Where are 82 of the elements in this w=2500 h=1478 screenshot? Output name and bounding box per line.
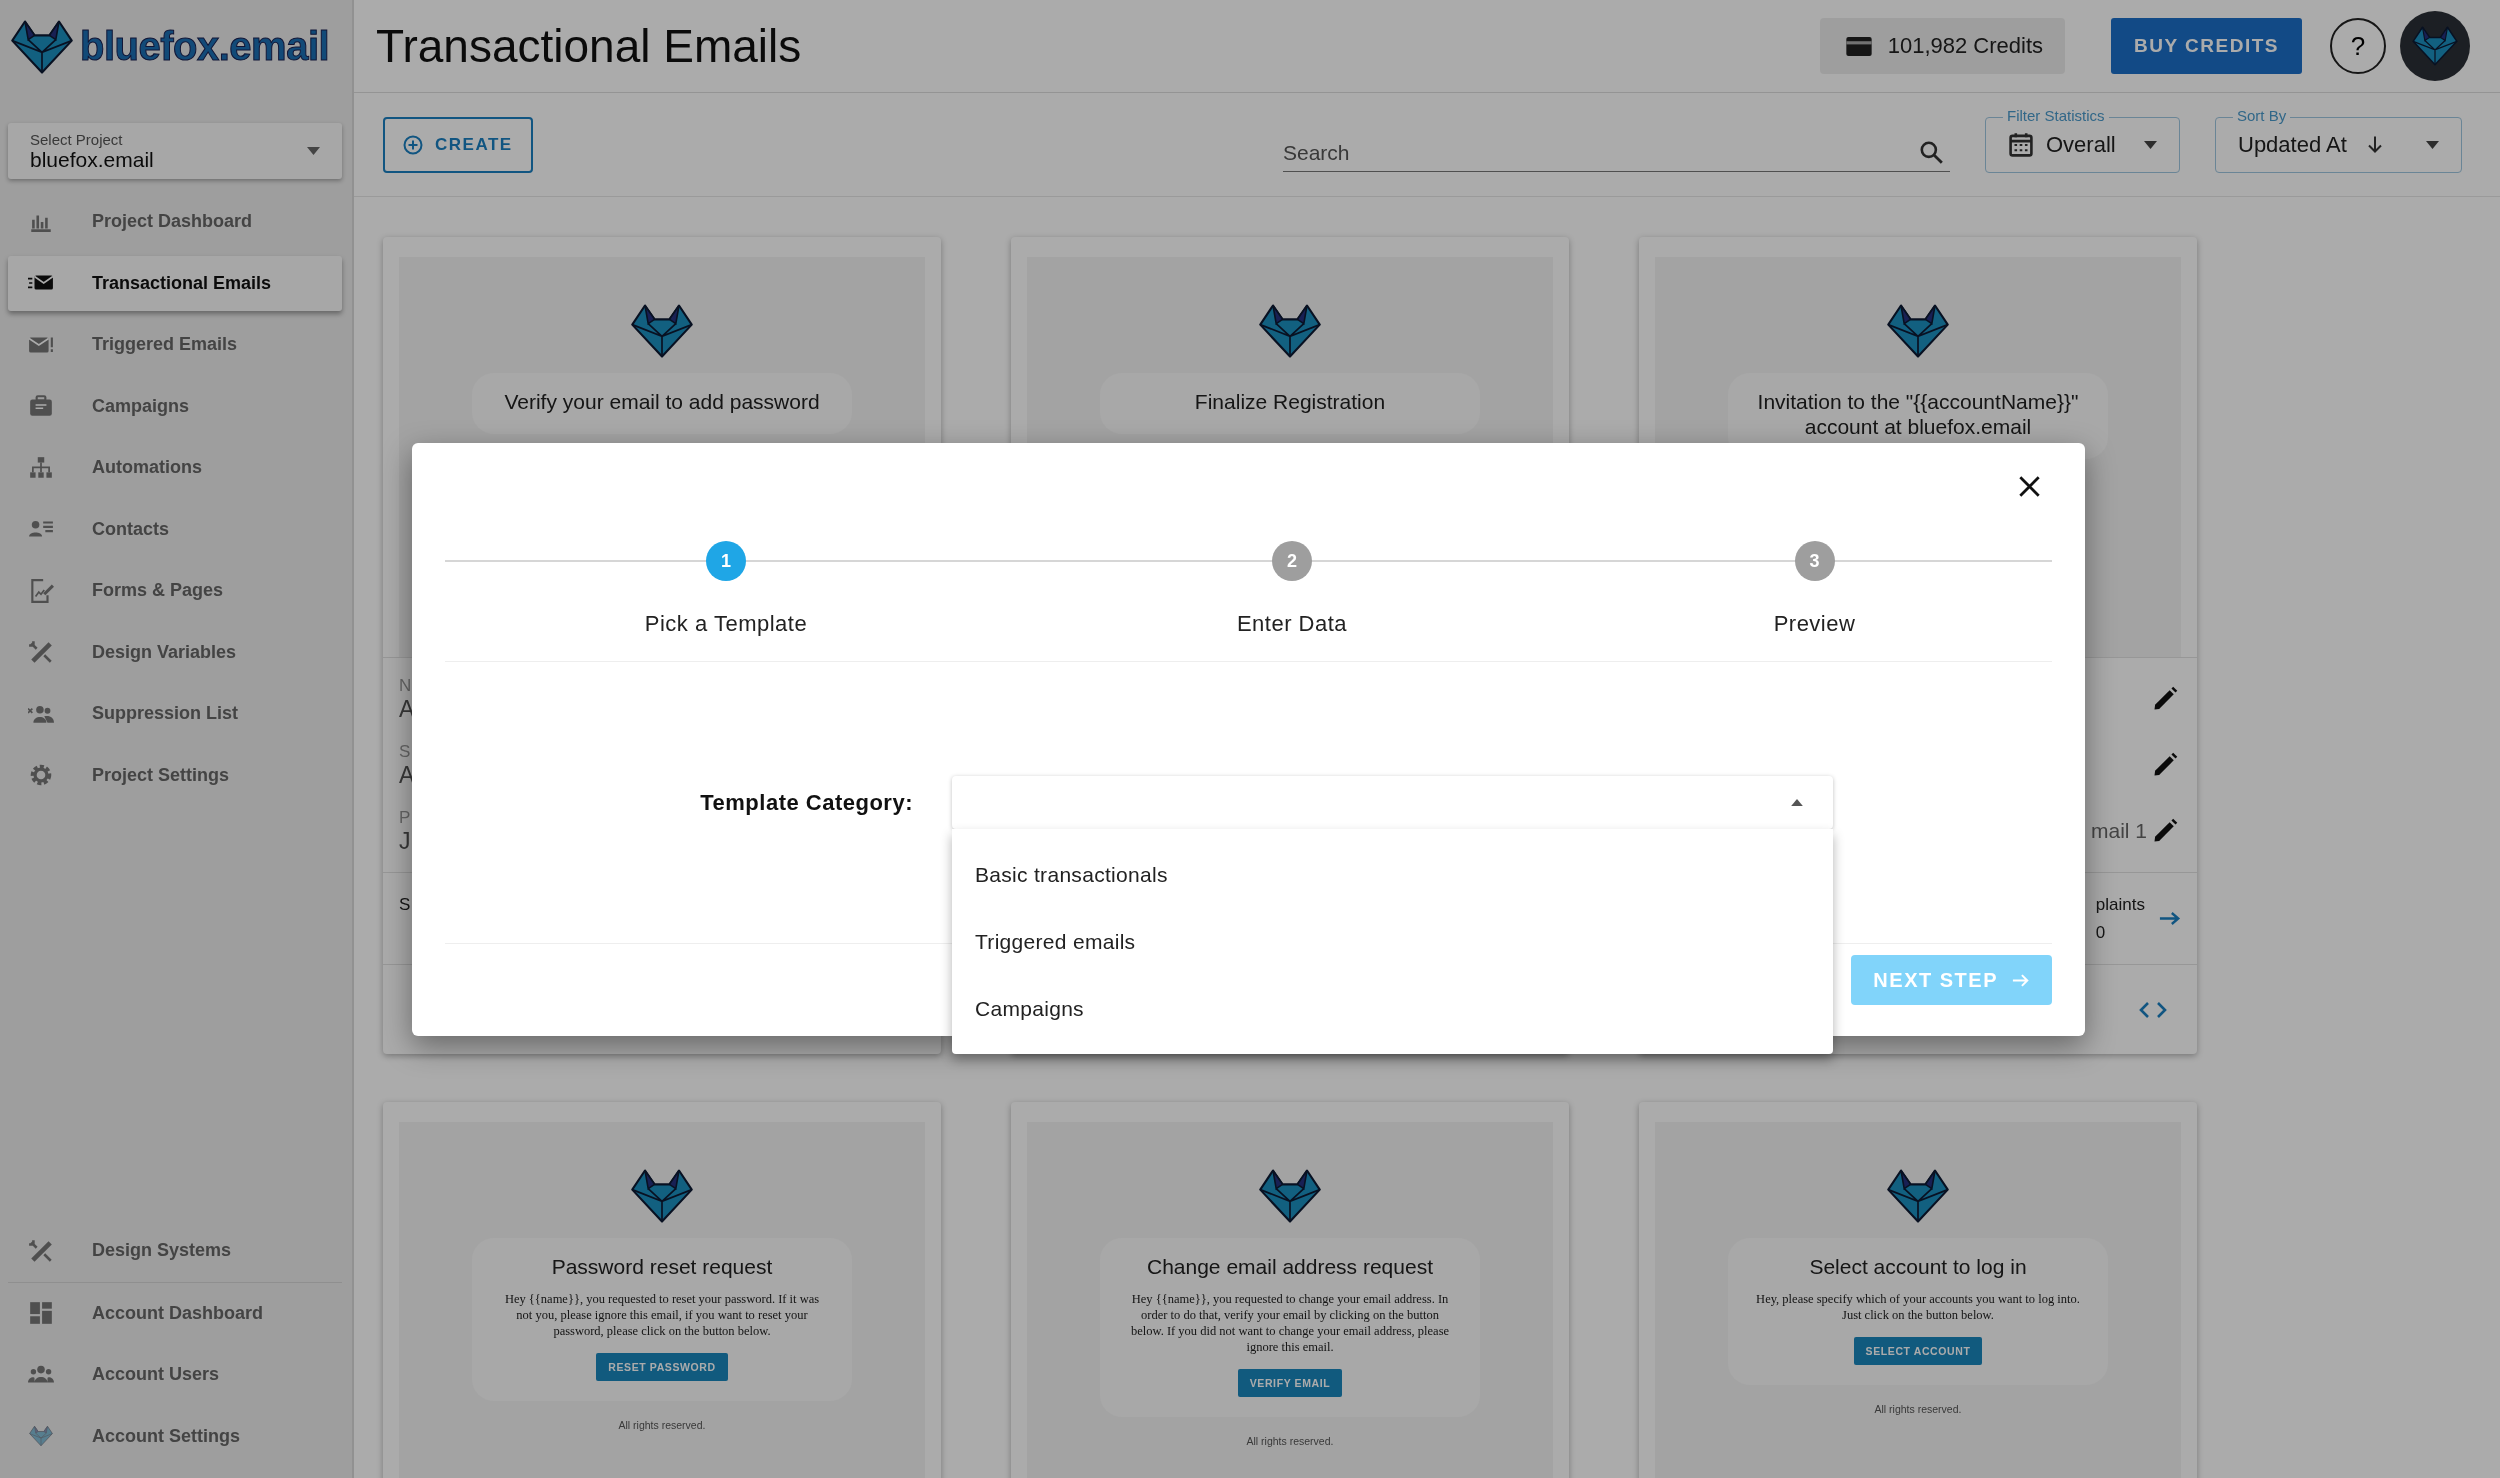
stat-label: plaints: [2095, 895, 2145, 915]
fox-icon: [1256, 1168, 1324, 1224]
document-pen-icon: [28, 577, 54, 604]
field-value: mail 1: [2090, 819, 2147, 843]
step-label[interactable]: Preview: [1773, 611, 1856, 637]
stat-label: S: [399, 895, 411, 914]
step-label[interactable]: Pick a Template: [644, 611, 808, 637]
email-title: Verify your email to add password: [504, 389, 820, 414]
tools-icon: [28, 1237, 54, 1264]
email-text: Hey {{name}}, you requested to change your email address. In order to do that, verify your email by clicking on the button below. If you did not want to change your email address, please ignore this email.: [1129, 1291, 1451, 1355]
arrow-right-icon: [2012, 972, 2030, 988]
sidebar-item[interactable]: Transactional Emails: [8, 255, 342, 311]
sidebar-item[interactable]: Account Users: [8, 1344, 342, 1406]
calendar-icon: [2008, 131, 2034, 158]
tools-icon: [28, 639, 54, 666]
dashboard-icon: [28, 1300, 54, 1327]
fox-icon: [1884, 1168, 1952, 1224]
logo-text: bluefox.email: [80, 24, 330, 69]
credits-chip: 101,982 Credits: [1819, 18, 2066, 74]
fox-icon: [628, 1168, 696, 1224]
caret-icon: [2426, 140, 2439, 149]
pencil-icon[interactable]: [2151, 751, 2179, 779]
sidebar-item[interactable]: Design Variables: [8, 621, 342, 683]
step-number: 1: [706, 541, 746, 581]
field-label: N: [399, 675, 412, 696]
sidebar-item[interactable]: Contacts: [8, 498, 342, 560]
fox-icon: [1256, 303, 1324, 359]
arrow-right-icon[interactable]: [2159, 911, 2181, 926]
pencil-icon[interactable]: [2151, 685, 2179, 713]
email-text: Hey, please specify which of your accounts you want to log into. Just click on the button below.: [1755, 1291, 2081, 1323]
step-number: 2: [1272, 541, 1312, 581]
field-label: Select Project: [30, 130, 124, 148]
field-value: bluefox.email: [30, 147, 155, 172]
fox-icon: [628, 303, 696, 359]
step-label[interactable]: Enter Data: [1236, 611, 1348, 637]
plus-circle-icon: [403, 134, 423, 155]
caret-icon: [307, 147, 320, 155]
sidebar-item[interactable]: Triggered Emails: [8, 314, 342, 376]
sidebar-item[interactable]: Suppression List: [8, 683, 342, 745]
close-icon[interactable]: [2018, 475, 2041, 498]
email-title: Change email address request: [1147, 1254, 1433, 1279]
search-field[interactable]: Search: [1283, 127, 1950, 172]
email-footer-text: All rights reserved.: [1874, 1403, 1962, 1415]
email-text: Hey {{name}}, you requested to reset your password. If it was not you, please ignore this email, if you want to reset your password, please click on the button below.: [503, 1291, 821, 1339]
step-number: 3: [1794, 541, 1835, 581]
create-button[interactable]: CREATE: [383, 116, 533, 173]
sidebar-item[interactable]: Campaigns: [8, 375, 342, 437]
caret-icon: [2144, 140, 2157, 149]
email-footer-text: All rights reserved.: [618, 1419, 706, 1431]
field-label: P: [399, 807, 411, 828]
dropdown-option[interactable]: Triggered emails: [952, 908, 1833, 975]
sidebar-item[interactable]: Automations: [8, 437, 342, 499]
arrow-down-icon: [2366, 135, 2383, 154]
email-title: Finalize Registration: [1194, 389, 1386, 414]
project-select[interactable]: Select Project bluefox.email: [8, 123, 342, 179]
page-title: Transactional Emails: [376, 19, 803, 73]
buy-credits-button[interactable]: BUY CREDITS: [2111, 18, 2302, 74]
dropdown-option[interactable]: Basic transactionals: [952, 841, 1833, 908]
dropdown-option[interactable]: Campaigns: [952, 975, 1833, 1042]
sidebar-item[interactable]: Design Systems: [8, 1220, 342, 1283]
email-title: Password reset request: [551, 1254, 773, 1279]
field-value: J: [399, 827, 411, 855]
sidebar-item[interactable]: Forms & Pages: [8, 560, 342, 622]
field-label: Template Category:: [699, 789, 913, 816]
fox-icon: [8, 17, 76, 76]
pencil-icon[interactable]: [2151, 817, 2179, 845]
sidebar-item[interactable]: Project Settings: [8, 744, 342, 806]
help-button[interactable]: ?: [2330, 18, 2386, 74]
stat-value: 0: [2095, 923, 2107, 943]
email-footer-text: All rights reserved.: [1246, 1435, 1334, 1447]
caret-icon: [1791, 799, 1803, 806]
field-label: S: [399, 741, 411, 762]
fox-icon: [1884, 303, 1952, 359]
email-title: Select account to log in: [1809, 1254, 2027, 1279]
credit-card-icon: [1845, 36, 1872, 56]
email-title: Invitation to the "{{accountName}}" account at bluefox.email: [1756, 389, 2080, 439]
hierarchy-icon: [28, 454, 54, 481]
sidebar-item[interactable]: Account Dashboard: [8, 1282, 342, 1344]
sidebar-item[interactable]: Project Dashboard: [8, 191, 342, 253]
code-icon[interactable]: [2139, 1000, 2167, 1019]
fox-icon: [2410, 25, 2460, 67]
sidebar-item[interactable]: Account Settings: [8, 1405, 342, 1467]
